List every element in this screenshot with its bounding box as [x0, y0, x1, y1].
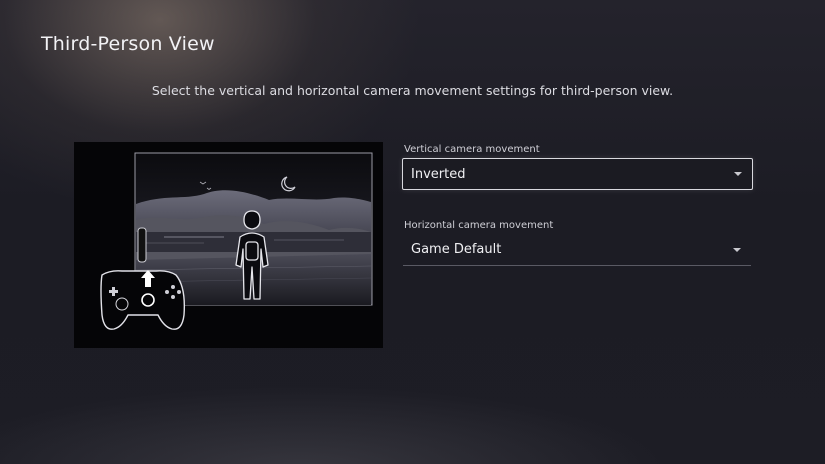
chevron-down-icon — [734, 172, 742, 176]
vertical-camera-label: Vertical camera movement — [404, 144, 540, 155]
vertical-camera-setting: Vertical camera movement Inverted — [402, 143, 753, 190]
vertical-camera-value: Inverted — [411, 166, 466, 182]
horizontal-camera-dropdown[interactable]: Game Default — [403, 234, 751, 266]
chevron-down-icon — [733, 247, 741, 252]
page-title: Third-Person View — [41, 33, 215, 55]
horizontal-camera-value: Game Default — [411, 242, 502, 257]
third-person-camera-illustration — [74, 142, 383, 348]
vertical-camera-dropdown[interactable]: Inverted — [402, 158, 753, 190]
horizontal-camera-label: Horizontal camera movement — [404, 220, 554, 231]
horizontal-camera-setting: Horizontal camera movement Game Default — [402, 219, 753, 266]
page-subtitle: Select the vertical and horizontal camer… — [151, 83, 674, 98]
